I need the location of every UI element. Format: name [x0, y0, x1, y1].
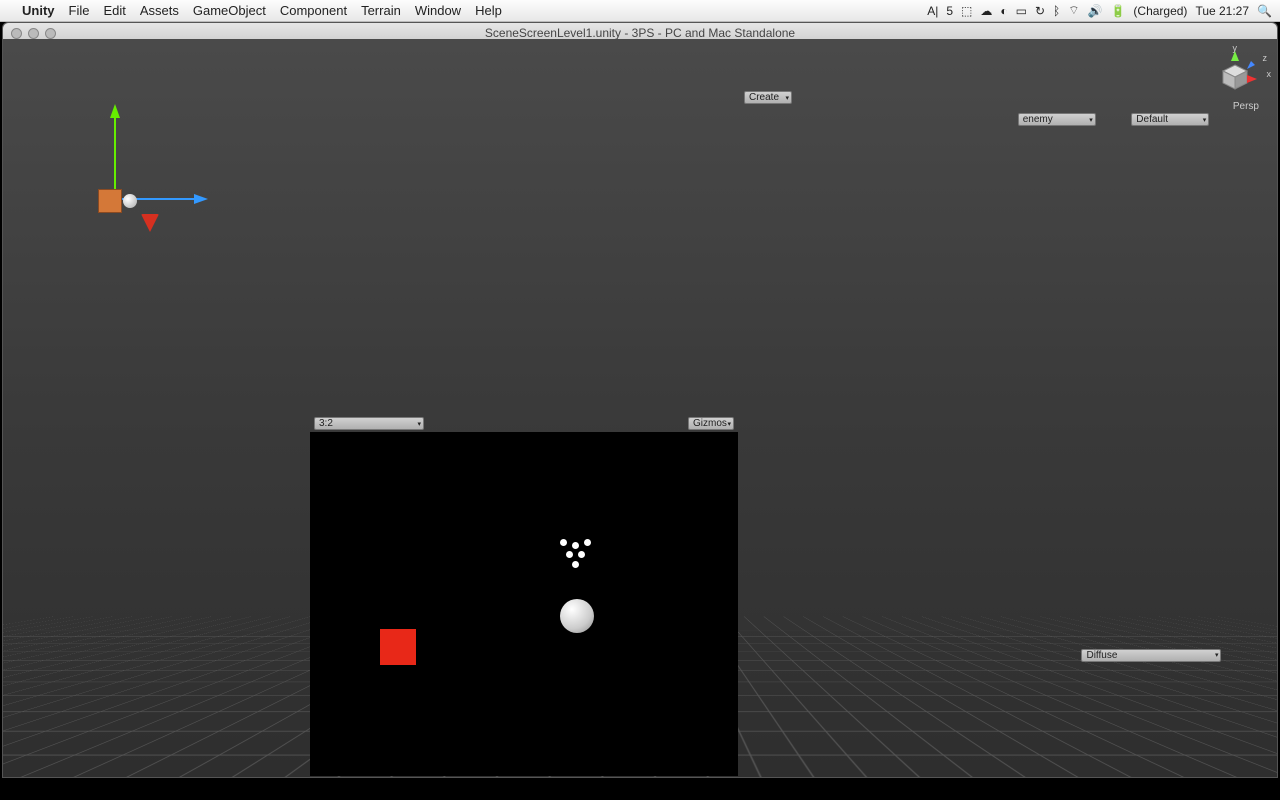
- battery-status: (Charged): [1133, 4, 1187, 18]
- scene-object-sphere: [123, 194, 137, 208]
- unity-window: SceneScreenLevel1.unity - 3PS - PC and M…: [2, 22, 1278, 778]
- sync-icon[interactable]: ◐: [1000, 4, 1007, 18]
- window-title: SceneScreenLevel1.unity - 3PS - PC and M…: [3, 26, 1277, 40]
- menu-help[interactable]: Help: [475, 3, 502, 18]
- menu-assets[interactable]: Assets: [140, 3, 179, 18]
- game-particles: [558, 539, 598, 569]
- menu-component[interactable]: Component: [280, 3, 347, 18]
- dropbox-icon[interactable]: ⬚: [961, 4, 972, 18]
- orientation-gizmo[interactable]: [1205, 47, 1265, 107]
- bluetooth-icon[interactable]: ᛒ: [1053, 4, 1060, 18]
- menu-edit[interactable]: Edit: [103, 3, 125, 18]
- wifi-icon[interactable]: ⌔: [1068, 3, 1079, 18]
- adobe-icon: A|: [927, 4, 938, 18]
- adobe-count: 5: [946, 4, 953, 18]
- game-enemy-circle: [560, 599, 594, 633]
- scene-panel: # Scene Textured RGB ☀ ▭ 🔊 Gizmos 🔍: [309, 71, 739, 397]
- hierarchy-create-dropdown[interactable]: Create: [744, 91, 792, 104]
- game-gizmos-dropdown[interactable]: Gizmos: [688, 417, 734, 430]
- spotlight-icon[interactable]: 🔍: [1257, 4, 1272, 18]
- volume-icon[interactable]: 🔊: [1088, 4, 1103, 18]
- menu-gameobject[interactable]: GameObject: [193, 3, 266, 18]
- menu-window[interactable]: Window: [415, 3, 461, 18]
- axis-z-label: z: [1263, 53, 1268, 63]
- display-icon[interactable]: ▭: [1016, 4, 1027, 18]
- clock[interactable]: Tue 21:27: [1195, 4, 1249, 18]
- game-enemy-square: [380, 629, 416, 665]
- menu-file[interactable]: File: [69, 3, 90, 18]
- scene-object-cone: [141, 214, 159, 232]
- axis-x-label: x: [1267, 69, 1272, 79]
- game-panel: ▸ Game 3:2 Maximize on Play Stats Gizmos: [309, 397, 739, 777]
- game-viewport: [310, 432, 738, 776]
- menu-terrain[interactable]: Terrain: [361, 3, 401, 18]
- layer-dropdown[interactable]: Default: [1131, 113, 1209, 126]
- scene-object-cube: [98, 189, 122, 213]
- timemachine-icon[interactable]: ↻: [1035, 4, 1045, 18]
- game-aspect-dropdown[interactable]: 3:2: [314, 417, 424, 430]
- menu-app[interactable]: Unity: [22, 3, 55, 18]
- cloud-icon[interactable]: ☁: [980, 4, 992, 18]
- mac-menubar: Unity File Edit Assets GameObject Compon…: [0, 0, 1280, 22]
- axis-y-label: y: [1233, 43, 1238, 53]
- battery-icon[interactable]: 🔋: [1110, 4, 1125, 18]
- shader-dropdown[interactable]: Diffuse: [1081, 649, 1221, 662]
- tag-dropdown[interactable]: enemy: [1018, 113, 1096, 126]
- persp-label[interactable]: Persp: [1233, 101, 1259, 112]
